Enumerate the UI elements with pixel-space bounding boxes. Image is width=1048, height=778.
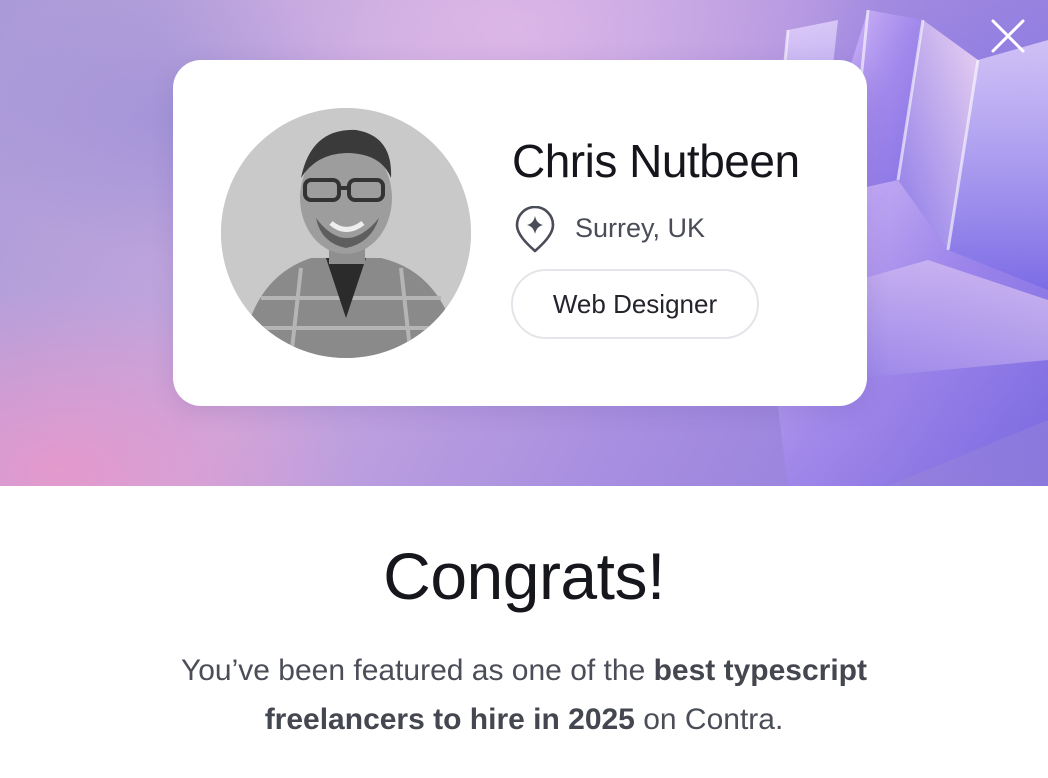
congrats-heading: Congrats! xyxy=(383,539,665,613)
message-suffix: on Contra. xyxy=(634,703,784,736)
close-icon xyxy=(991,19,1025,53)
role-tag: Web Designer xyxy=(511,269,759,339)
profile-location: Surrey, UK xyxy=(575,213,706,243)
profile-card: Chris Nutbeen Surrey, UK Web Designer xyxy=(173,60,867,406)
location-pin-sparkle-icon xyxy=(515,206,555,253)
close-button[interactable] xyxy=(988,16,1028,56)
profile-name: Chris Nutbeen xyxy=(512,135,800,187)
congrats-message: You’ve been featured as one of the best … xyxy=(104,646,944,744)
avatar xyxy=(221,108,471,358)
hero-banner: Chris Nutbeen Surrey, UK Web Designer xyxy=(0,0,1048,486)
message-prefix: You’ve been featured as one of the xyxy=(180,654,654,687)
